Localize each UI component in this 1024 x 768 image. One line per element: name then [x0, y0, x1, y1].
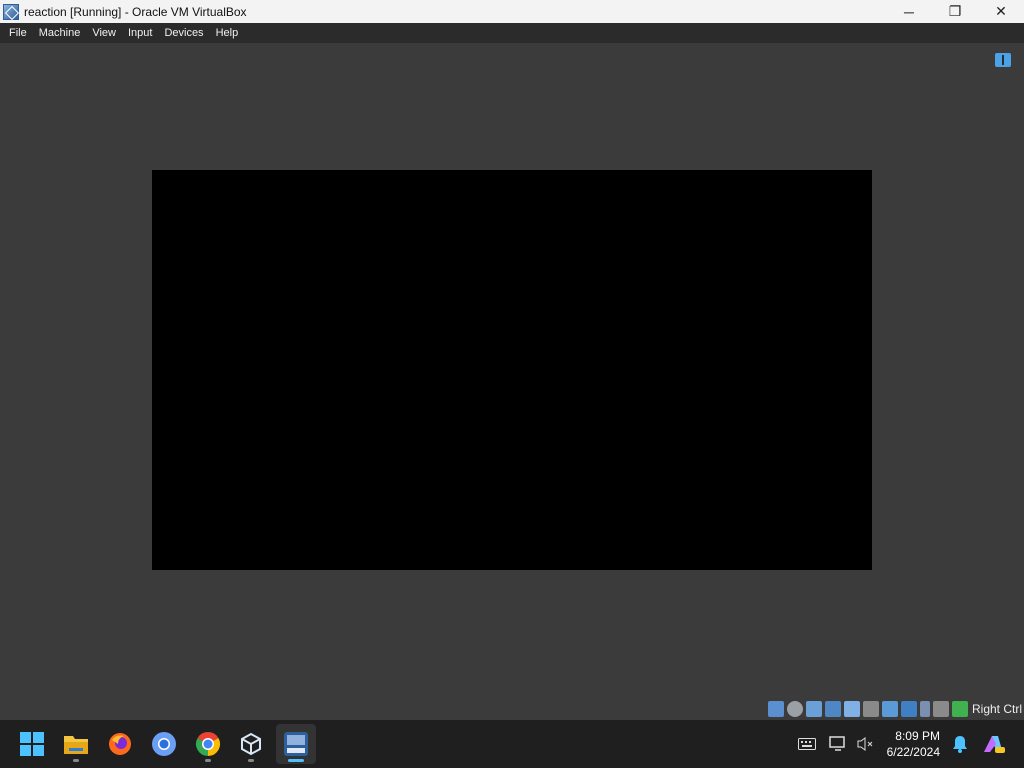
display-settings-icon[interactable] — [828, 734, 848, 754]
chromium-icon — [152, 732, 176, 756]
system-tray: 8:09 PM 6/22/2024 — [784, 720, 1024, 768]
taskbar-chrome[interactable] — [188, 724, 228, 764]
vm-statusbar: Right Ctrl — [0, 697, 1024, 720]
mouse-integration-icon[interactable] — [932, 700, 949, 717]
taskbar-virtualbox[interactable] — [231, 724, 271, 764]
restore-button[interactable]: ❐ — [932, 0, 978, 23]
running-indicator — [205, 759, 211, 762]
virtualbox-cube-icon — [241, 732, 261, 756]
menu-input[interactable]: Input — [122, 23, 158, 43]
hard-disk-icon[interactable] — [767, 700, 784, 717]
taskbar: 8:09 PM 6/22/2024 — [0, 720, 1024, 768]
usb-icon[interactable] — [843, 700, 860, 717]
menu-bar: File Machine View Input Devices Help — [0, 23, 1024, 43]
menu-file[interactable]: File — [3, 23, 33, 43]
host-key-label: Right Ctrl — [971, 701, 1022, 716]
running-indicator — [73, 759, 79, 762]
menu-devices[interactable]: Devices — [158, 23, 209, 43]
guest-screen[interactable] — [152, 170, 872, 570]
optical-drive-icon[interactable] — [786, 700, 803, 717]
window-controls: ─ ❐ ✕ — [886, 0, 1024, 23]
display-icon[interactable] — [881, 700, 898, 717]
taskbar-vm-window[interactable] — [276, 724, 316, 764]
window-titlebar[interactable]: reaction [Running] - Oracle VM VirtualBo… — [0, 0, 1024, 23]
keyboard-icon[interactable] — [797, 734, 817, 754]
clock-date: 6/22/2024 — [886, 745, 940, 759]
clock-time: 8:09 PM — [895, 729, 940, 743]
active-indicator — [288, 759, 304, 762]
firefox-icon — [109, 733, 131, 755]
menu-help[interactable]: Help — [210, 23, 245, 43]
virtualization-icon[interactable] — [919, 700, 930, 717]
copilot-icon[interactable] — [982, 732, 1006, 756]
network-icon[interactable] — [824, 700, 841, 717]
window-title: reaction [Running] - Oracle VM VirtualBo… — [24, 4, 247, 19]
mini-toolbar-pin-icon[interactable] — [995, 53, 1011, 67]
virtualbox-app-icon — [3, 3, 19, 20]
minimize-button[interactable]: ─ — [886, 0, 932, 23]
menu-machine[interactable]: Machine — [33, 23, 87, 43]
shared-folders-icon[interactable] — [862, 700, 879, 717]
running-indicator — [248, 759, 254, 762]
keyboard-capture-icon[interactable] — [951, 700, 968, 717]
close-button[interactable]: ✕ — [978, 0, 1024, 23]
taskbar-chromium[interactable] — [144, 724, 184, 764]
notification-bell-icon[interactable] — [950, 734, 970, 754]
folder-icon — [64, 736, 88, 754]
volume-muted-icon[interactable] — [855, 734, 875, 754]
windows-logo-icon — [20, 732, 44, 756]
menu-view[interactable]: View — [86, 23, 122, 43]
chrome-icon — [195, 732, 221, 756]
taskbar-file-explorer[interactable] — [56, 724, 96, 764]
taskbar-clock[interactable]: 8:09 PM 6/22/2024 — [880, 728, 940, 760]
audio-icon[interactable] — [805, 700, 822, 717]
video-capture-icon[interactable] — [900, 700, 917, 717]
start-button[interactable] — [12, 724, 52, 764]
taskbar-firefox[interactable] — [100, 724, 140, 764]
vm-display-area[interactable] — [0, 43, 1024, 697]
vm-window-icon — [284, 732, 308, 756]
